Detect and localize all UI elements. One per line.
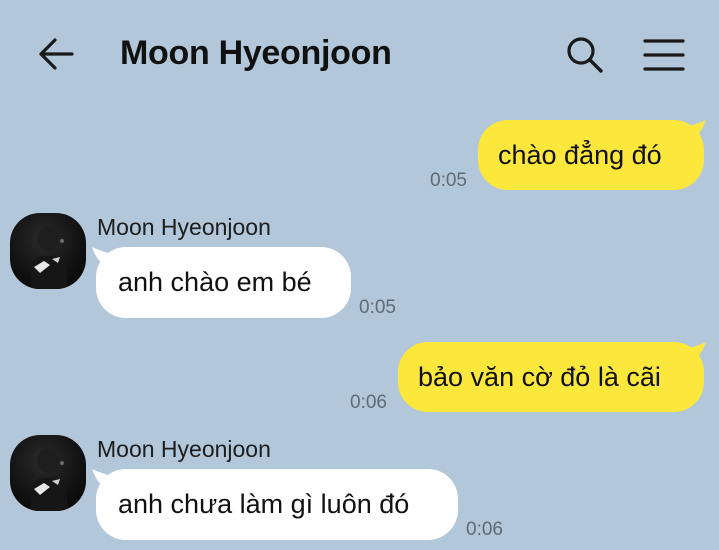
- sender-name: Moon Hyeonjoon: [97, 214, 271, 240]
- chat-header: Moon Hyeonjoon: [0, 0, 719, 110]
- message-timestamp: 0:05: [359, 297, 396, 318]
- profile-photo: [30, 449, 68, 511]
- hamburger-menu-icon: [643, 39, 685, 71]
- avatar[interactable]: [10, 435, 86, 511]
- sender-name: Moon Hyeonjoon: [97, 436, 271, 462]
- message-text: anh chưa làm gì luôn đó: [118, 489, 410, 519]
- message-text: anh chào em bé: [118, 267, 312, 297]
- message-timestamp: 0:06: [350, 392, 387, 413]
- profile-photo: [30, 227, 68, 289]
- back-button[interactable]: [30, 30, 82, 78]
- message-timestamp: 0:06: [466, 519, 503, 540]
- message-timestamp: 0:05: [430, 170, 467, 191]
- search-icon: [567, 37, 603, 73]
- message-text: chào đẳng đó: [498, 139, 662, 170]
- search-button[interactable]: [560, 30, 610, 80]
- arrow-left-icon: [39, 38, 74, 70]
- message-bubble-outgoing[interactable]: chào đẳng đó: [478, 120, 704, 190]
- message-bubble-outgoing[interactable]: bảo văn cờ đỏ là cãi: [398, 342, 704, 412]
- message-bubble-incoming[interactable]: anh chào em bé: [96, 247, 351, 318]
- message-text: bảo văn cờ đỏ là cãi: [418, 361, 661, 392]
- chat-title: Moon Hyeonjoon: [120, 34, 392, 72]
- avatar[interactable]: [10, 213, 86, 289]
- menu-button[interactable]: [636, 30, 692, 80]
- message-bubble-incoming[interactable]: anh chưa làm gì luôn đó: [96, 469, 458, 540]
